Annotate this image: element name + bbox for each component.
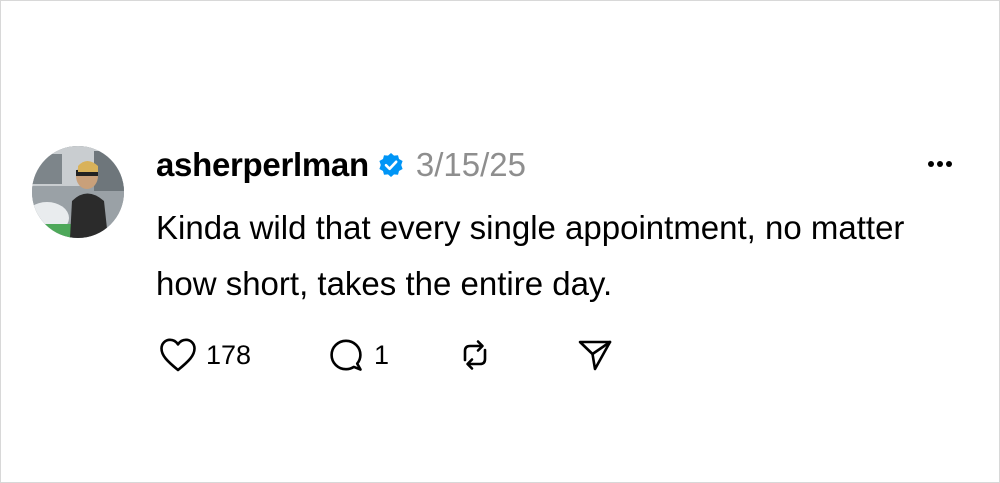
repost-icon <box>455 335 495 375</box>
username[interactable]: asherperlman <box>156 146 369 184</box>
avatar-photo <box>32 146 124 238</box>
like-count: 178 <box>206 339 252 370</box>
repost-button[interactable] <box>455 335 495 375</box>
more-options-icon[interactable] <box>920 152 960 176</box>
like-button[interactable]: 178 <box>159 337 269 373</box>
avatar[interactable] <box>32 146 124 238</box>
action-bar: 178 1 <box>159 333 614 377</box>
heart-icon <box>159 337 197 373</box>
share-button[interactable] <box>576 336 614 374</box>
verified-badge-icon <box>378 152 404 178</box>
share-send-icon <box>576 336 614 374</box>
post-header: asherperlman 3/15/25 <box>156 143 526 187</box>
reply-count: 1 <box>374 339 390 370</box>
timestamp[interactable]: 3/15/25 <box>416 146 526 184</box>
reply-button[interactable]: 1 <box>327 336 457 374</box>
comment-bubble-icon <box>327 336 365 374</box>
post-text: Kinda wild that every single appointment… <box>156 209 905 302</box>
post-card: asherperlman 3/15/25 Kinda wild that eve… <box>0 0 1000 483</box>
